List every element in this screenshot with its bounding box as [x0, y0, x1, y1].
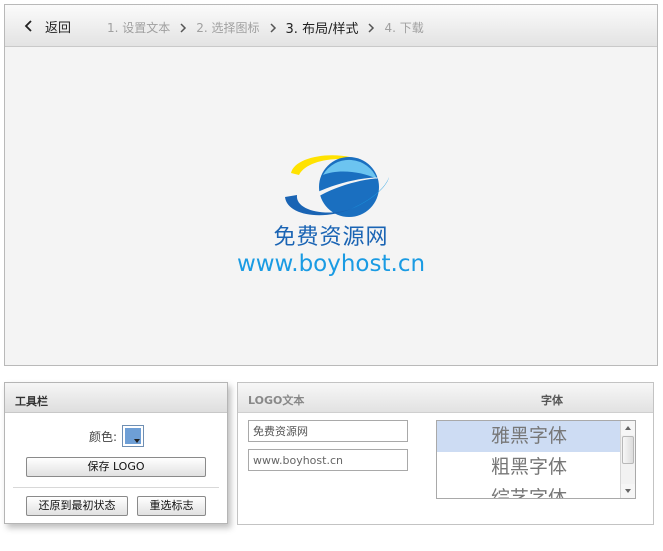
arrow-down-icon: [625, 489, 631, 493]
save-logo-button[interactable]: 保存 LOGO: [26, 457, 206, 477]
back-button[interactable]: 返回: [23, 17, 72, 36]
reset-button[interactable]: 还原到最初状态: [26, 496, 128, 516]
back-label: 返回: [45, 20, 72, 36]
scroll-up-button[interactable]: [621, 421, 635, 435]
color-swatch: [125, 428, 142, 444]
editor-frame: 返回 1. 设置文本 2. 选择图标 3. 布局/样式 4. 下载 免费资源网 …: [4, 4, 658, 366]
logo-preview-canvas: 免费资源网 www.boyhost.cn: [5, 47, 657, 365]
arrow-up-icon: [625, 426, 631, 430]
step-breadcrumb: 1. 设置文本 2. 选择图标 3. 布局/样式 4. 下载: [107, 18, 424, 37]
font-header: 字体: [541, 394, 563, 407]
chevron-right-icon: [180, 22, 187, 33]
font-list-scrollbar[interactable]: [620, 421, 635, 498]
step-4[interactable]: 4. 下载: [384, 19, 423, 36]
step-2[interactable]: 2. 选择图标: [196, 19, 259, 36]
logo-url-input[interactable]: [248, 449, 408, 471]
chevron-right-icon: [368, 22, 375, 33]
text-font-panel: LOGO文本 字体 雅黑字体 粗黑字体 综艺字体: [237, 382, 654, 525]
toolbar-panel: 工具栏 颜色: 保存 LOGO 还原到最初状态 重选标志: [4, 382, 228, 524]
font-list[interactable]: 雅黑字体 粗黑字体 综艺字体: [436, 420, 636, 499]
reselect-logo-button[interactable]: 重选标志: [137, 496, 206, 516]
step-3[interactable]: 3. 布局/样式: [286, 18, 359, 37]
color-label: 颜色:: [89, 429, 118, 444]
chevron-right-icon: [270, 22, 276, 33]
logo-title-text[interactable]: 免费资源网: [5, 219, 657, 251]
toolbar-title: 工具栏: [5, 383, 227, 413]
color-picker[interactable]: [122, 425, 145, 447]
color-row: 颜色:: [89, 425, 145, 447]
scroll-down-button[interactable]: [621, 484, 635, 498]
globe-logo-icon[interactable]: [281, 145, 391, 223]
divider: [13, 487, 219, 488]
font-item-yahei[interactable]: 雅黑字体: [437, 421, 621, 452]
font-item-zongyi[interactable]: 综艺字体: [437, 483, 621, 498]
step-1[interactable]: 1. 设置文本: [107, 19, 170, 36]
font-item-cuhei[interactable]: 粗黑字体: [437, 452, 621, 483]
scroll-thumb[interactable]: [622, 436, 634, 464]
logo-text-input[interactable]: [248, 420, 408, 442]
chevron-left-icon: [24, 20, 32, 32]
panel-header: LOGO文本 字体: [238, 383, 653, 413]
logo-text-header: LOGO文本: [248, 394, 305, 407]
top-bar: 返回 1. 设置文本 2. 选择图标 3. 布局/样式 4. 下载: [5, 5, 657, 47]
font-items: 雅黑字体 粗黑字体 综艺字体: [437, 421, 621, 498]
logo-url-text[interactable]: www.boyhost.cn: [5, 251, 657, 277]
